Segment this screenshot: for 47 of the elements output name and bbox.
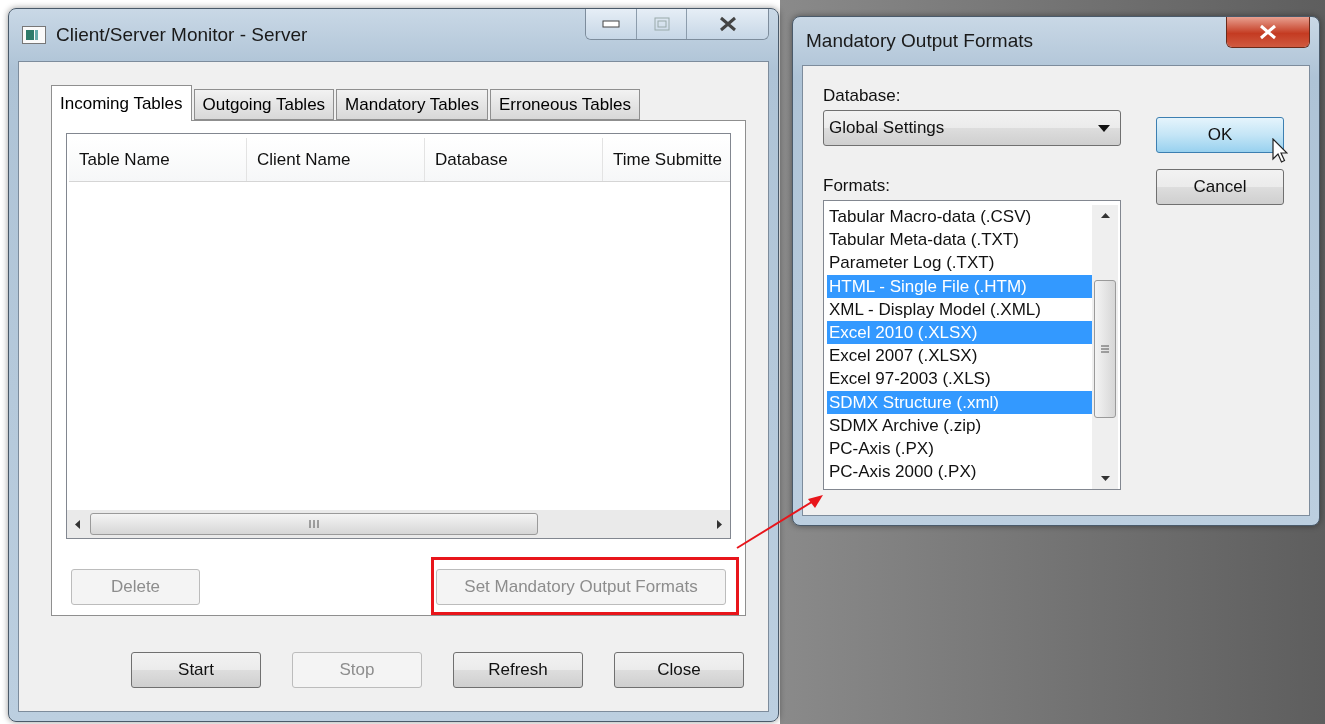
- maximize-icon: [653, 17, 670, 31]
- tab[interactable]: Incoming Tables: [51, 85, 192, 121]
- dialog-button[interactable]: Refresh: [453, 652, 583, 688]
- list-item[interactable]: SDMX Archive (.zip): [827, 413, 1092, 437]
- scroll-left-arrow-icon[interactable]: [73, 519, 82, 529]
- ok-button[interactable]: OK: [1156, 117, 1284, 153]
- list-item[interactable]: PC-Axis 2000 (.PX): [827, 460, 1092, 484]
- list-item[interactable]: XML - Display Model (.XML): [827, 297, 1092, 321]
- list-item[interactable]: PC-Axis (.PX): [827, 436, 1092, 461]
- list-item[interactable]: Tabular Meta-data (.TXT): [827, 228, 1092, 252]
- database-label: Database:: [823, 86, 902, 106]
- cursor-icon: [1272, 138, 1288, 164]
- close-button[interactable]: [686, 9, 768, 39]
- tab[interactable]: Erroneous Tables: [490, 89, 640, 120]
- scroll-down-arrow-icon[interactable]: [1100, 474, 1110, 483]
- horizontal-scrollbar[interactable]: [67, 510, 730, 538]
- list-item[interactable]: Tabular Macro-data (.CSV): [827, 205, 1092, 229]
- minimize-icon: [602, 20, 620, 28]
- close-icon: [718, 16, 737, 32]
- minimize-button[interactable]: [586, 9, 636, 39]
- dialog-button[interactable]: Start: [131, 652, 261, 688]
- scrollbar-thumb[interactable]: [90, 513, 538, 535]
- app-icon: [22, 26, 46, 44]
- window-title: Client/Server Monitor - Server: [56, 24, 309, 46]
- scroll-up-arrow-icon[interactable]: [1100, 211, 1110, 220]
- column-header[interactable]: Time Submitte: [613, 149, 722, 170]
- grip-icon: [1100, 344, 1110, 354]
- dialog-title: Mandatory Output Formats: [806, 30, 1035, 52]
- list-item[interactable]: Excel 2007 (.XLSX): [827, 344, 1092, 368]
- column-header[interactable]: Database: [435, 149, 508, 170]
- close-button[interactable]: [1227, 17, 1309, 47]
- column-header[interactable]: Client Name: [257, 149, 351, 170]
- cancel-button[interactable]: Cancel: [1156, 169, 1284, 205]
- scroll-right-arrow-icon[interactable]: [715, 519, 724, 529]
- database-dropdown[interactable]: Global Settings: [823, 110, 1121, 146]
- tab[interactable]: Outgoing Tables: [193, 89, 335, 120]
- formats-label: Formats:: [823, 176, 892, 196]
- vertical-scrollbar[interactable]: [1092, 205, 1118, 489]
- list-item[interactable]: Parameter Log (.TXT): [827, 251, 1092, 275]
- dropdown-arrow-icon: [1098, 124, 1110, 132]
- dialog-button[interactable]: Close: [614, 652, 744, 688]
- column-header[interactable]: Table Name: [79, 149, 170, 170]
- close-icon: [1259, 24, 1277, 40]
- tab[interactable]: Mandatory Tables: [336, 89, 488, 120]
- scrollbar-thumb[interactable]: [1094, 280, 1116, 418]
- grip-icon: [308, 519, 320, 529]
- list-item[interactable]: Excel 97-2003 (.XLS): [827, 367, 1092, 391]
